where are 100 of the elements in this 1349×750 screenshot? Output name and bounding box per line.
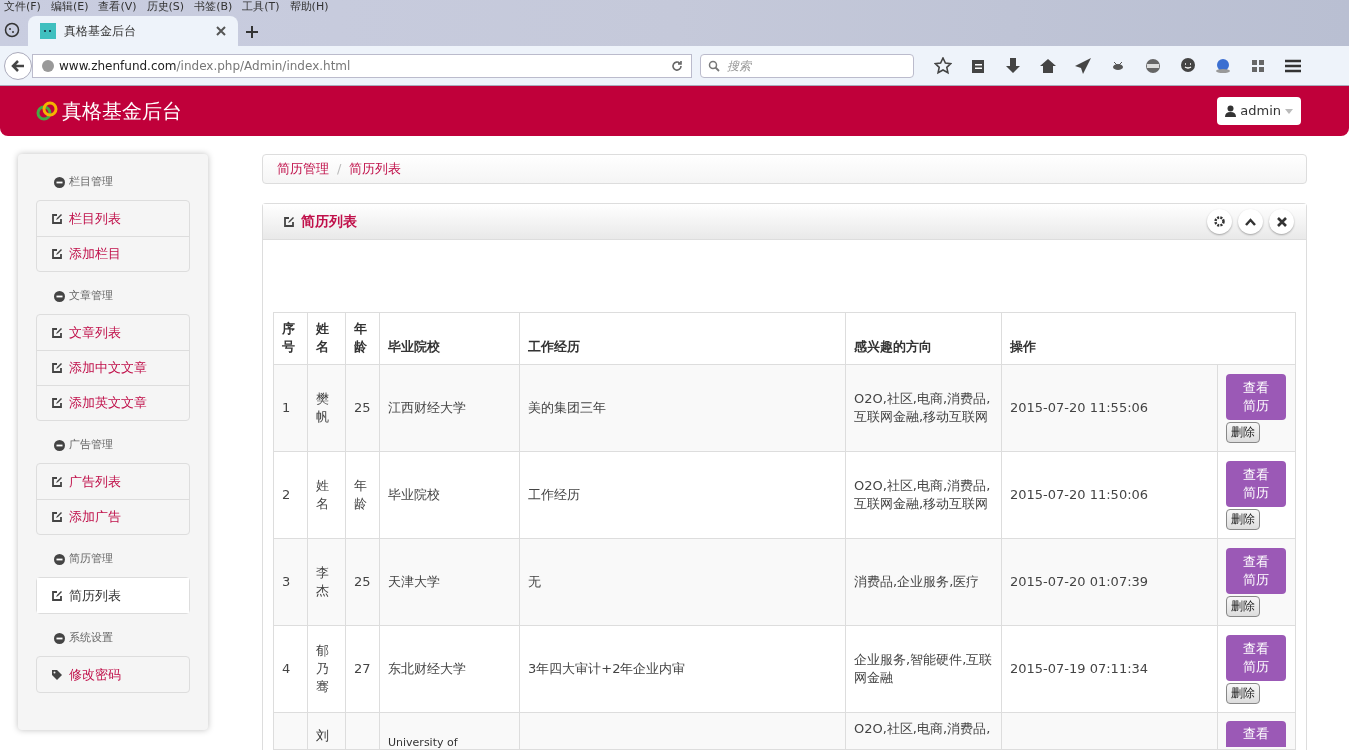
menu-item[interactable]: 编辑(E) bbox=[50, 1, 89, 12]
home-icon[interactable] bbox=[1039, 56, 1057, 75]
sidebar-item[interactable]: 添加中文文章 bbox=[37, 350, 189, 385]
table-cell: 3 bbox=[273, 538, 308, 626]
table-cell: 25 bbox=[345, 538, 380, 626]
table-cell: 天津大学 bbox=[379, 538, 520, 626]
user-icon bbox=[1225, 105, 1237, 117]
edit-icon bbox=[51, 475, 63, 488]
edit-icon bbox=[51, 362, 63, 374]
collapse-button[interactable] bbox=[1238, 209, 1263, 234]
cookie-icon[interactable] bbox=[4, 22, 20, 38]
table-cell: O2O,社区,电商,消费品,互联网金融,移动互联网 bbox=[845, 364, 1002, 452]
delete-button[interactable]: 删除 bbox=[1226, 508, 1260, 530]
sidebar-heading: 栏目管理 bbox=[69, 173, 113, 190]
table-cell: 25 bbox=[345, 364, 380, 452]
minus-circle-icon bbox=[54, 176, 65, 188]
download-icon[interactable] bbox=[1004, 56, 1022, 75]
table-cell: 2 bbox=[273, 451, 308, 539]
sidebar-item[interactable]: 栏目列表 bbox=[37, 201, 189, 236]
view-resume-button[interactable]: 查看简历 bbox=[1226, 547, 1286, 594]
sidebar-item[interactable]: 修改密码 bbox=[37, 657, 189, 692]
table-cell: 3年四大审计+2年企业内审 bbox=[519, 625, 846, 713]
reload-icon[interactable] bbox=[671, 59, 683, 72]
star-icon[interactable] bbox=[934, 56, 952, 75]
table-cell: 4 bbox=[273, 625, 308, 713]
user-menu-button[interactable]: admin bbox=[1217, 97, 1301, 125]
minus-circle-icon bbox=[54, 290, 65, 302]
settings-button[interactable] bbox=[1207, 209, 1232, 234]
table-cell: University of bbox=[379, 712, 520, 750]
edit-icon bbox=[51, 326, 63, 339]
minus-circle-icon bbox=[54, 632, 65, 644]
site-title: 真格基金后台 bbox=[62, 98, 182, 125]
plus-icon[interactable] bbox=[246, 26, 258, 38]
panel-title: 简历列表 bbox=[301, 212, 357, 231]
sidebar-heading: 广告管理 bbox=[69, 436, 113, 453]
table-cell: 消费品,企业服务,医疗 bbox=[845, 538, 1002, 626]
table-cell: O2O,社区,电商,消费品,互联网金融,移动互联网 bbox=[845, 451, 1002, 539]
url-field[interactable]: www.zhenfund.com/index.php/Admin/index.html bbox=[32, 53, 692, 78]
sidebar-heading: 文章管理 bbox=[69, 287, 113, 304]
close-icon[interactable] bbox=[216, 26, 226, 36]
breadcrumb-link[interactable]: 简历列表 bbox=[349, 159, 402, 179]
search-field[interactable]: 搜索 bbox=[700, 53, 914, 78]
column-header: 操作 bbox=[1001, 312, 1296, 365]
table-cell: 2015-07-19 07:11:34 bbox=[1001, 625, 1218, 713]
column-header: 年龄 bbox=[345, 312, 380, 365]
view-resume-button[interactable]: 查看简历 bbox=[1226, 373, 1286, 420]
table-cell: 姓名 bbox=[307, 451, 346, 539]
sidebar-item[interactable]: 添加栏目 bbox=[37, 236, 189, 271]
menu-item[interactable]: 文件(F) bbox=[4, 1, 41, 12]
table-cell: 美的集团三年 bbox=[519, 364, 846, 452]
table-cell: 郁乃骞 bbox=[307, 625, 346, 713]
column-header: 工作经历 bbox=[519, 312, 846, 365]
sidebar-item[interactable]: 广告列表 bbox=[37, 464, 189, 499]
delete-button[interactable]: 删除 bbox=[1226, 595, 1260, 617]
column-header: 感兴趣的方向 bbox=[845, 312, 1002, 365]
menu-item[interactable]: 书签(B) bbox=[194, 1, 233, 12]
settings-icon bbox=[1214, 216, 1225, 227]
edit-icon bbox=[51, 511, 63, 523]
sidebar-item[interactable]: 文章列表 bbox=[37, 315, 189, 350]
table-cell: O2O,社区,电商,消费品, bbox=[845, 712, 1002, 750]
breadcrumb-separator: / bbox=[337, 160, 342, 179]
sidebar-item[interactable]: 简历列表 bbox=[37, 578, 189, 613]
menu-item[interactable]: 查看(V) bbox=[98, 1, 137, 12]
table-cell: 企业服务,智能硬件,互联网金融 bbox=[845, 625, 1002, 713]
table-cell: 毕业院校 bbox=[379, 451, 520, 539]
breadcrumb-link[interactable]: 简历管理 bbox=[277, 159, 329, 179]
planet-icon[interactable] bbox=[1214, 56, 1232, 75]
close-button[interactable] bbox=[1269, 209, 1294, 234]
table-cell: 樊帆 bbox=[307, 364, 346, 452]
sidebar-heading: 简历管理 bbox=[69, 550, 113, 567]
menu-item[interactable]: 工具(T) bbox=[242, 1, 280, 12]
table-cell: 2015-07-20 01:07:39 bbox=[1001, 538, 1218, 626]
chevron-up-icon bbox=[1245, 217, 1256, 226]
view-resume-button[interactable]: 查看简历 bbox=[1226, 460, 1286, 507]
menu-item[interactable]: 历史(S) bbox=[146, 1, 185, 12]
table-cell: 刘 bbox=[307, 712, 346, 750]
column-header: 毕业院校 bbox=[379, 312, 520, 365]
column-header: 姓名 bbox=[307, 312, 346, 365]
close-icon bbox=[1276, 216, 1287, 227]
chat-icon[interactable] bbox=[1179, 56, 1197, 75]
delete-button[interactable]: 删除 bbox=[1226, 421, 1260, 443]
view-resume-button[interactable]: 查看简历 bbox=[1226, 634, 1286, 681]
sidebar-item[interactable]: 添加英文文章 bbox=[37, 385, 189, 420]
menu-item[interactable]: 帮助(H) bbox=[289, 1, 329, 12]
edit-icon bbox=[51, 589, 63, 602]
table-cell: 2015-07-20 11:50:06 bbox=[1001, 451, 1218, 539]
edit-icon bbox=[283, 215, 295, 228]
delete-button[interactable]: 删除 bbox=[1226, 682, 1260, 704]
browser-tab[interactable]: 真格基金后台 bbox=[28, 16, 238, 46]
back-button[interactable] bbox=[4, 51, 32, 80]
sidebar-item[interactable]: 添加广告 bbox=[37, 499, 189, 534]
table-cell: 1 bbox=[273, 364, 308, 452]
view-resume-button[interactable]: 查看 bbox=[1226, 721, 1286, 747]
caret-icon bbox=[1285, 108, 1293, 114]
logo-icon bbox=[36, 101, 58, 121]
paper-plane-icon[interactable] bbox=[1074, 56, 1092, 75]
table-cell: 2015-07-20 11:55:06 bbox=[1001, 364, 1218, 452]
url-text: www.zhenfund.com/index.php/Admin/index.html bbox=[59, 57, 352, 75]
table-cell: 27 bbox=[345, 625, 380, 713]
sidebar-heading: 系统设置 bbox=[69, 629, 113, 646]
